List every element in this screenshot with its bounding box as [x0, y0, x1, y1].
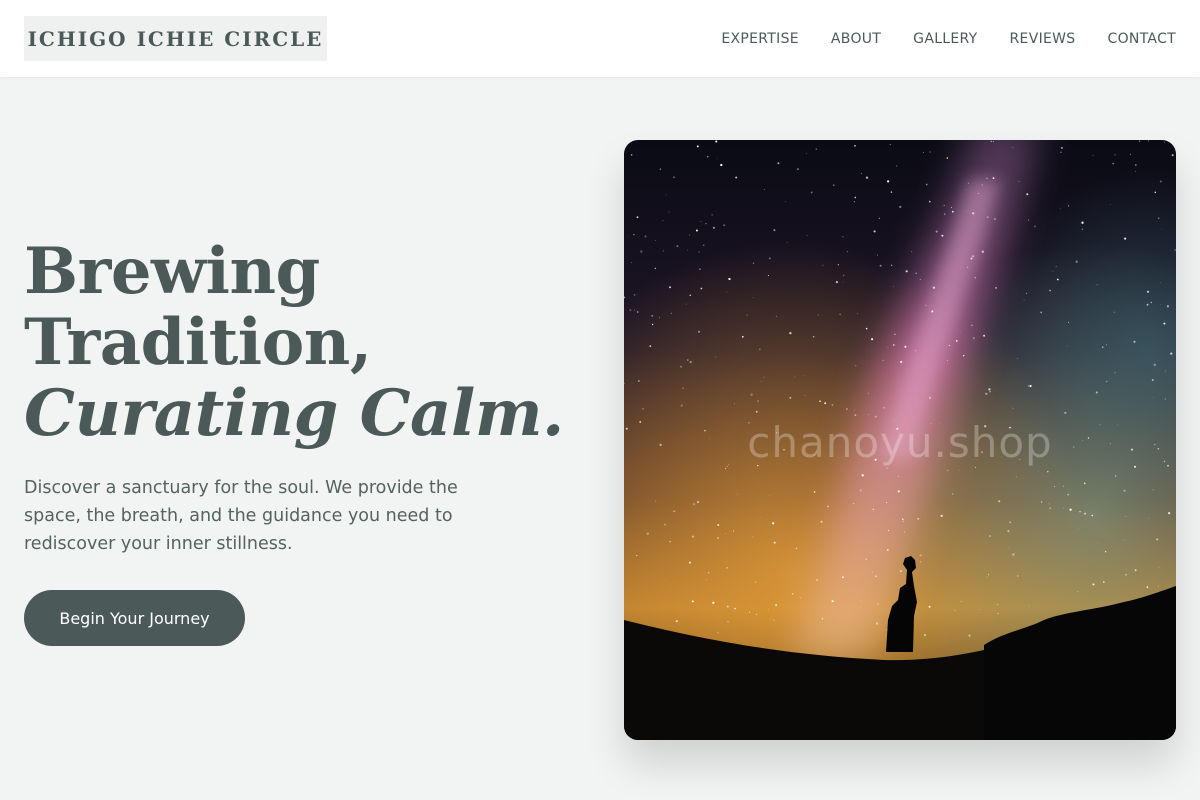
hero-title-line-1: Brewing [24, 234, 320, 309]
hero-title-line-2: Tradition, [24, 305, 372, 380]
hero-description: Discover a sanctuary for the soul. We pr… [24, 478, 458, 554]
brand-name: ICHIGO ICHIE CIRCLE [27, 26, 324, 51]
nav-link-contact[interactable]: CONTACT [1108, 31, 1177, 47]
brand-logo[interactable]: ICHIGO ICHIE CIRCLE [24, 16, 327, 61]
hero-image-milky-way: chanoyu.shop [624, 140, 1176, 740]
nav-link-expertise[interactable]: EXPERTISE [721, 31, 799, 47]
hero-title: Brewing Tradition, Curating Calm. [24, 236, 584, 449]
begin-journey-button[interactable]: Begin Your Journey [24, 590, 245, 646]
image-watermark: chanoyu.shop [747, 418, 1053, 467]
nav-link-gallery[interactable]: GALLERY [913, 31, 977, 47]
nav-link-about[interactable]: ABOUT [831, 31, 881, 47]
nav-link-reviews[interactable]: REVIEWS [1010, 31, 1076, 47]
main-nav: EXPERTISE ABOUT GALLERY REVIEWS CONTACT [721, 31, 1176, 47]
hero-title-line-3: Curating Calm. [24, 376, 564, 451]
site-header: ICHIGO ICHIE CIRCLE EXPERTISE ABOUT GALL… [0, 0, 1200, 77]
